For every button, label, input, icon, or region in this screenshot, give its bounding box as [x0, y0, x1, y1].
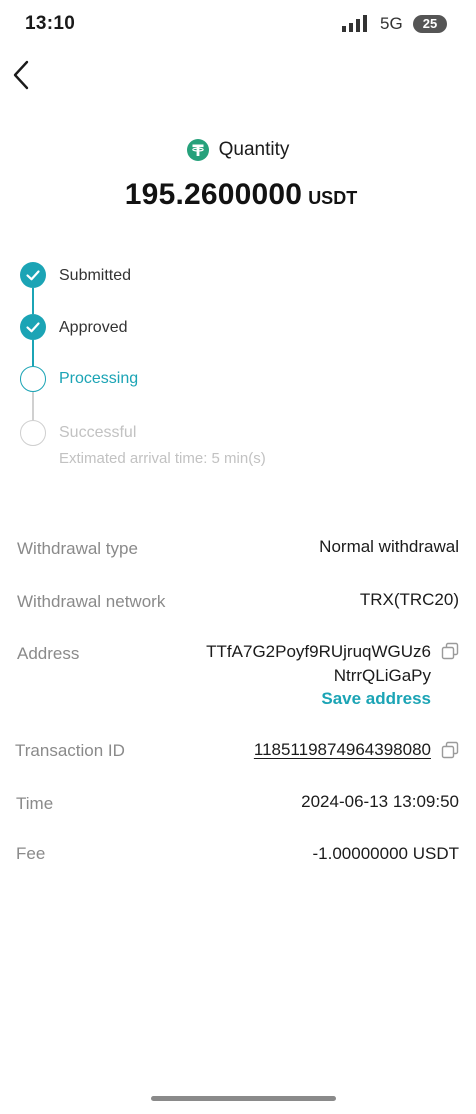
address-line-1: TTfA7G2Poyf9RUjruqWGUz6 — [206, 642, 431, 661]
copy-transaction-id-icon[interactable] — [441, 741, 459, 759]
step-label-submitted: Submitted — [59, 267, 132, 284]
address-line-2: NtrrQLiGaPy — [333, 666, 431, 685]
withdrawal-type-value: Normal withdrawal — [319, 537, 459, 556]
check-icon — [26, 322, 40, 333]
step-label-successful: Successful — [59, 424, 137, 441]
timeline-connector — [32, 288, 34, 314]
step-done-icon — [20, 262, 46, 288]
transaction-id-value[interactable]: 1185119874964398080 — [254, 740, 431, 760]
tether-icon — [186, 139, 209, 161]
time-label: Time — [16, 794, 54, 813]
status-time: 13:10 — [25, 13, 76, 34]
battery-icon: 25 — [413, 15, 447, 33]
fee-value: -1.00000000 USDT — [312, 844, 459, 863]
copy-address-icon[interactable] — [441, 642, 459, 660]
transaction-id-label: Transaction ID — [15, 741, 125, 760]
amount-unit: USDT — [308, 188, 358, 208]
check-icon — [26, 270, 40, 281]
quantity-header: Quantity — [0, 139, 476, 161]
address-label: Address — [17, 644, 80, 663]
step-label-processing: Processing — [59, 370, 139, 387]
withdrawal-network-label: Withdrawal network — [17, 592, 166, 611]
chevron-left-icon — [13, 60, 29, 90]
status-bar: 13:10 5G 25 — [0, 0, 476, 48]
step-done-icon — [20, 314, 46, 340]
withdrawal-type-label: Withdrawal type — [17, 539, 138, 558]
step-pending-icon — [20, 420, 46, 446]
amount-value: 195.2600000 — [124, 178, 303, 211]
step-current-icon — [20, 366, 46, 392]
timeline-connector — [32, 392, 34, 420]
fee-label: Fee — [16, 844, 46, 863]
estimated-arrival-text: Extimated arrival time: 5 min(s) — [59, 450, 266, 467]
quantity-label: Quantity — [218, 139, 290, 160]
amount-display: 195.2600000 USDT — [0, 178, 476, 212]
signal-icon — [342, 15, 367, 32]
home-indicator[interactable] — [151, 1096, 336, 1101]
withdrawal-network-value: TRX(TRC20) — [359, 590, 459, 609]
time-value: 2024-06-13 13:09:50 — [301, 792, 459, 811]
save-address-link[interactable]: Save address — [321, 689, 431, 709]
network-type: 5G — [380, 14, 403, 33]
step-label-approved: Approved — [59, 319, 128, 336]
timeline-connector — [32, 340, 34, 366]
back-button[interactable] — [8, 58, 38, 92]
